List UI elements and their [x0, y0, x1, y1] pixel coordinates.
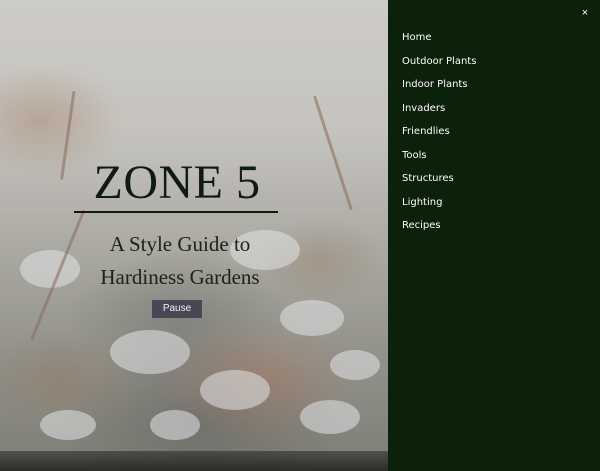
menu-item-lighting[interactable]: Lighting — [402, 195, 476, 219]
title-divider — [74, 211, 278, 213]
subtitle-line-1: A Style Guide to — [109, 232, 251, 256]
side-menu: × Home Outdoor Plants Indoor Plants Inva… — [388, 0, 600, 471]
menu-item-invaders[interactable]: Invaders — [402, 101, 476, 125]
close-icon[interactable]: × — [578, 6, 592, 20]
pause-button[interactable]: Pause — [152, 300, 202, 318]
menu-item-indoor-plants[interactable]: Indoor Plants — [402, 77, 476, 101]
menu-item-home[interactable]: Home — [402, 30, 476, 54]
menu-item-structures[interactable]: Structures — [402, 171, 476, 195]
hero-bottom-strip — [0, 451, 388, 471]
subtitle-line-2: Hardiness Gardens — [100, 265, 260, 289]
menu-item-friendlies[interactable]: Friendlies — [402, 124, 476, 148]
menu-item-recipes[interactable]: Recipes — [402, 218, 476, 242]
menu-item-outdoor-plants[interactable]: Outdoor Plants — [402, 54, 476, 78]
menu-list: Home Outdoor Plants Indoor Plants Invade… — [402, 30, 476, 242]
menu-item-tools[interactable]: Tools — [402, 148, 476, 172]
page-subtitle: A Style Guide to Hardiness Gardens — [70, 228, 290, 294]
page-title: ZONE 5 — [93, 156, 261, 209]
